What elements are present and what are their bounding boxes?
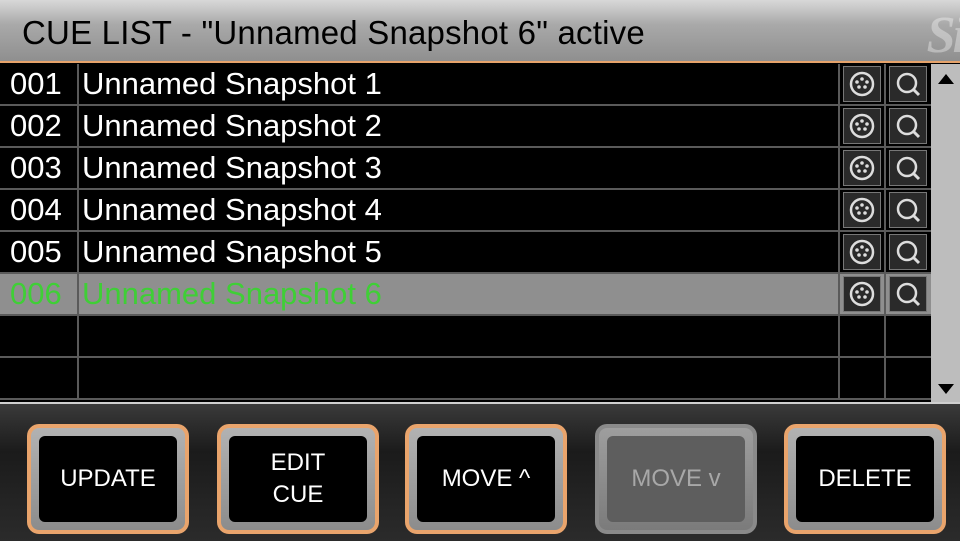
cue-name: Unnamed Snapshot 6 bbox=[82, 276, 382, 311]
move-up-button-label: MOVE ^ bbox=[417, 436, 555, 522]
midi-connector-icon[interactable] bbox=[843, 150, 881, 186]
cue-number: 002 bbox=[10, 108, 62, 143]
column-divider bbox=[77, 106, 79, 146]
cue-name bbox=[82, 316, 834, 356]
midi-connector-icon[interactable] bbox=[843, 234, 881, 270]
scroll-up-arrow-icon[interactable] bbox=[931, 64, 960, 94]
column-divider bbox=[838, 106, 840, 146]
column-divider bbox=[838, 358, 840, 398]
brand-logo: Si bbox=[926, 7, 960, 64]
column-divider bbox=[884, 190, 886, 230]
cue-row[interactable] bbox=[0, 358, 931, 400]
column-divider bbox=[838, 316, 840, 356]
cue-row[interactable]: 003 Unnamed Snapshot 3 bbox=[0, 148, 931, 190]
midi-connector-icon[interactable] bbox=[843, 192, 881, 228]
cue-row[interactable]: 002 Unnamed Snapshot 2 bbox=[0, 106, 931, 148]
column-divider bbox=[884, 148, 886, 188]
cue-row[interactable] bbox=[0, 316, 931, 358]
recall-icon[interactable] bbox=[889, 108, 927, 144]
cue-name: Unnamed Snapshot 1 bbox=[82, 66, 382, 101]
cue-name bbox=[82, 358, 834, 398]
column-divider bbox=[884, 106, 886, 146]
cue-number bbox=[10, 358, 74, 398]
column-divider bbox=[884, 316, 886, 356]
column-divider bbox=[884, 274, 886, 314]
move-up-button[interactable]: MOVE ^ bbox=[405, 424, 567, 534]
cue-name: Unnamed Snapshot 5 bbox=[82, 234, 382, 269]
midi-connector-icon[interactable] bbox=[843, 276, 881, 312]
edit-cue-button-label: EDIT CUE bbox=[229, 436, 367, 522]
move-down-button[interactable]: MOVE v bbox=[595, 424, 757, 534]
column-divider bbox=[77, 64, 79, 104]
column-divider bbox=[838, 64, 840, 104]
column-divider bbox=[838, 274, 840, 314]
column-divider bbox=[77, 316, 79, 356]
column-divider bbox=[77, 274, 79, 314]
cue-number: 001 bbox=[10, 66, 62, 101]
cue-number: 004 bbox=[10, 192, 62, 227]
cue-row[interactable]: 004 Unnamed Snapshot 4 bbox=[0, 190, 931, 232]
column-divider bbox=[838, 148, 840, 188]
scroll-down-arrow-icon[interactable] bbox=[931, 372, 960, 402]
cue-row-active[interactable]: 006 Unnamed Snapshot 6 bbox=[0, 274, 931, 316]
update-button[interactable]: UPDATE bbox=[27, 424, 189, 534]
column-divider bbox=[884, 64, 886, 104]
column-divider bbox=[838, 190, 840, 230]
column-divider bbox=[77, 148, 79, 188]
column-divider bbox=[77, 358, 79, 398]
cue-name: Unnamed Snapshot 2 bbox=[82, 108, 382, 143]
cue-row[interactable]: 001 Unnamed Snapshot 1 bbox=[0, 64, 931, 106]
recall-icon[interactable] bbox=[889, 276, 927, 312]
scrollbar[interactable] bbox=[931, 64, 960, 402]
page-title: CUE LIST - "Unnamed Snapshot 6" active bbox=[22, 14, 645, 51]
update-button-label: UPDATE bbox=[39, 436, 177, 522]
delete-button[interactable]: DELETE bbox=[784, 424, 946, 534]
cue-name: Unnamed Snapshot 4 bbox=[82, 192, 382, 227]
recall-icon[interactable] bbox=[889, 234, 927, 270]
column-divider bbox=[77, 190, 79, 230]
recall-icon[interactable] bbox=[889, 192, 927, 228]
column-divider bbox=[77, 232, 79, 272]
edit-cue-button[interactable]: EDIT CUE bbox=[217, 424, 379, 534]
move-down-button-label: MOVE v bbox=[607, 436, 745, 522]
column-divider bbox=[838, 232, 840, 272]
cue-number: 006 bbox=[10, 276, 62, 311]
recall-icon[interactable] bbox=[889, 150, 927, 186]
delete-button-label: DELETE bbox=[796, 436, 934, 522]
column-divider bbox=[884, 232, 886, 272]
cue-number: 003 bbox=[10, 150, 62, 185]
cue-number bbox=[10, 316, 74, 356]
title-bar: CUE LIST - "Unnamed Snapshot 6" active S… bbox=[0, 0, 960, 64]
cue-list: 001 Unnamed Snapshot 1 002 Unnamed Snapshot… bbox=[0, 64, 931, 402]
cue-number: 005 bbox=[10, 234, 62, 269]
midi-connector-icon[interactable] bbox=[843, 66, 881, 102]
cue-row[interactable]: 005 Unnamed Snapshot 5 bbox=[0, 232, 931, 274]
midi-connector-icon[interactable] bbox=[843, 108, 881, 144]
recall-icon[interactable] bbox=[889, 66, 927, 102]
cue-name: Unnamed Snapshot 3 bbox=[82, 150, 382, 185]
column-divider bbox=[884, 358, 886, 398]
